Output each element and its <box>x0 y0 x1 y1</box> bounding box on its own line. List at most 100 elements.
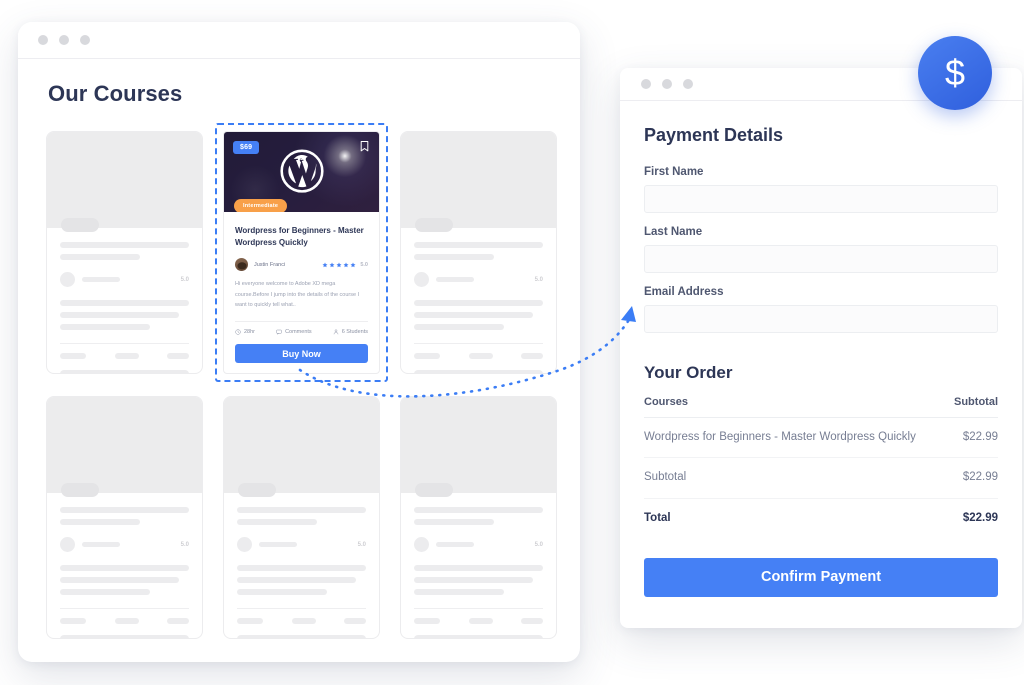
course-card-skeleton[interactable]: 5.0 <box>400 131 557 374</box>
confirm-payment-button[interactable]: Confirm Payment <box>644 557 998 597</box>
rating-value: 5.0 <box>360 261 368 268</box>
skeleton-meta-item <box>468 618 493 624</box>
skeleton-button[interactable] <box>414 635 543 638</box>
students-label: 6 Students <box>341 329 368 336</box>
skeleton-avatar <box>414 537 429 552</box>
skeleton-author-name <box>82 277 120 282</box>
skeleton-title-line <box>237 507 366 513</box>
skeleton-desc-line <box>237 589 328 595</box>
order-subtotal-label: Subtotal <box>644 457 949 499</box>
avatar <box>235 258 248 271</box>
window-dot-minimize[interactable] <box>59 35 69 45</box>
star-icon <box>350 262 356 267</box>
skeleton-meta-item <box>167 353 189 359</box>
order-item-label: Wordpress for Beginners - Master Wordpre… <box>644 417 949 459</box>
skeleton-rating: 5.0 <box>180 276 189 283</box>
skeleton-meta-row <box>237 618 366 624</box>
email-address-label: Email Address <box>644 286 724 298</box>
skeleton-divider <box>60 343 189 344</box>
star-icon <box>343 262 349 267</box>
skeleton-meta-row <box>414 353 543 359</box>
order-total-label: Total <box>644 511 671 524</box>
bookmark-icon[interactable] <box>360 141 369 152</box>
table-row: Total $22.99 <box>644 498 998 538</box>
skeleton-desc-line <box>60 312 179 318</box>
email-address-input[interactable] <box>644 305 998 333</box>
table-row: Subtotal $22.99 <box>644 457 998 499</box>
skeleton-meta-item <box>167 618 189 624</box>
level-tag: Intermediate <box>234 199 288 212</box>
skeleton-avatar <box>60 537 75 552</box>
skeleton-desc-line <box>60 324 151 330</box>
last-name-input[interactable] <box>644 245 998 273</box>
window-dot-close[interactable] <box>38 35 48 45</box>
skeleton-meta-item <box>414 353 440 359</box>
course-meta-row: 28hr Comments 6 Students <box>235 329 368 335</box>
your-order-heading: Your Order <box>644 363 733 382</box>
course-card-skeleton[interactable]: 5.0 <box>46 396 203 639</box>
skeleton-button[interactable] <box>414 370 543 373</box>
order-table-body: Wordpress for Beginners - Master Wordpre… <box>644 417 998 538</box>
window-dot-maximize[interactable] <box>80 35 90 45</box>
skeleton-meta-item <box>114 618 139 624</box>
person-icon <box>333 329 338 335</box>
duration-label: 28hr <box>244 329 256 336</box>
window-dot-maximize[interactable] <box>683 79 693 89</box>
course-students: 6 Students <box>333 329 368 335</box>
page-title: Our Courses <box>48 81 183 106</box>
course-comments: Comments <box>276 329 312 335</box>
last-name-label: Last Name <box>644 226 703 238</box>
order-column-subtotal: Subtotal <box>948 396 998 418</box>
courses-content: Our Courses 5.0 $69 Intermediate Wordpre… <box>18 59 580 639</box>
skeleton-title-line <box>60 242 189 248</box>
order-column-courses: Courses <box>644 396 949 418</box>
skeleton-thumbnail <box>401 397 556 493</box>
payment-content: Payment Details First Name Last Name Ema… <box>620 101 1022 597</box>
skeleton-divider <box>237 608 366 609</box>
first-name-input[interactable] <box>644 185 998 213</box>
skeleton-desc-line <box>414 312 533 318</box>
window-dot-close[interactable] <box>641 79 651 89</box>
skeleton-author-name <box>436 542 474 547</box>
star-rating: 5.0 <box>322 262 368 268</box>
skeleton-desc-line <box>414 300 543 306</box>
course-author-row: Justin Franci 5.0 <box>235 258 368 271</box>
skeleton-button[interactable] <box>60 635 189 638</box>
courses-browser-window: Our Courses 5.0 $69 Intermediate Wordpre… <box>18 22 580 662</box>
order-summary-table: Courses Subtotal Wordpress for Beginners… <box>644 396 998 538</box>
skeleton-avatar <box>60 272 75 287</box>
skeleton-tag <box>61 218 99 232</box>
skeleton-rating: 5.0 <box>534 276 543 283</box>
window-dot-minimize[interactable] <box>662 79 672 89</box>
skeleton-meta-item <box>521 618 543 624</box>
skeleton-desc-line <box>60 300 189 306</box>
skeleton-meta-row <box>60 618 189 624</box>
skeleton-avatar <box>237 537 252 552</box>
skeleton-title-line <box>414 507 543 513</box>
course-thumbnail: $69 Intermediate <box>224 132 379 212</box>
dollar-badge: $ <box>918 36 992 110</box>
skeleton-desc-line <box>414 589 505 595</box>
order-header-row: Courses Subtotal <box>644 396 998 418</box>
skeleton-button[interactable] <box>237 635 366 638</box>
card-divider <box>235 321 368 323</box>
course-card-skeleton[interactable]: 5.0 <box>46 131 203 374</box>
skeleton-button[interactable] <box>60 370 189 373</box>
featured-course-card[interactable]: $69 Intermediate Wordpress for Beginners… <box>223 131 380 374</box>
featured-card-body: Wordpress for Beginners - Master Wordpre… <box>224 212 379 364</box>
payment-details-heading: Payment Details <box>644 125 784 145</box>
skeleton-divider <box>414 608 543 609</box>
clock-icon <box>235 329 241 335</box>
skeleton-body: 5.0 <box>401 228 556 373</box>
comment-icon <box>276 329 282 335</box>
skeleton-title-line <box>414 519 494 525</box>
skeleton-meta-row <box>60 353 189 359</box>
skeleton-thumbnail <box>47 397 202 493</box>
course-card-skeleton[interactable]: 5.0 <box>223 396 380 639</box>
featured-course-card-wrapper: $69 Intermediate Wordpress for Beginners… <box>215 123 388 382</box>
skeleton-divider <box>414 343 543 344</box>
skeleton-desc-line <box>237 577 356 583</box>
course-duration: 28hr <box>235 329 255 335</box>
buy-now-button[interactable]: Buy Now <box>235 344 368 364</box>
course-card-skeleton[interactable]: 5.0 <box>400 396 557 639</box>
